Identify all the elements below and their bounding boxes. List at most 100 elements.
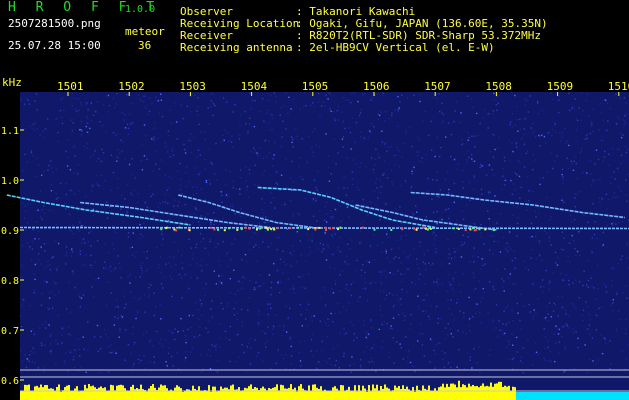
noise-pixel [497,102,499,105]
noise-pixel [357,100,359,103]
noise-pixel [562,325,564,328]
noise-pixel [512,150,514,153]
noise-pixel [213,345,216,347]
noise-pixel [35,93,38,95]
signal-bar [506,386,508,400]
signal-bar [482,383,484,400]
signal-bar [28,384,30,400]
noise-pixel [545,142,547,144]
noise-pixel [21,264,23,267]
noise-pixel [508,231,511,233]
noise-pixel [129,291,132,293]
signal-bar [178,386,180,400]
noise-pixel [467,150,469,152]
noise-pixel [354,141,356,143]
noise-pixel [482,264,484,267]
hot-spot [314,228,317,231]
noise-pixel [270,307,272,309]
noise-pixel [172,154,175,156]
noise-pixel [398,149,400,152]
noise-pixel [581,314,584,316]
hot-spot [415,228,418,231]
noise-pixel [119,331,121,333]
noise-pixel [261,330,264,332]
noise-pixel [55,198,57,200]
noise-pixel [54,294,57,296]
noise-pixel [319,210,321,212]
noise-pixel [24,217,26,219]
noise-pixel [547,340,549,342]
noise-pixel [480,188,483,190]
noise-pixel [295,128,297,130]
noise-pixel [104,242,106,245]
noise-pixel [327,244,329,246]
noise-pixel [375,281,377,284]
noise-pixel [197,97,199,99]
noise-pixel [403,319,406,321]
noise-pixel [46,281,48,283]
noise-pixel [42,137,45,139]
noise-pixel [492,285,494,288]
noise-pixel [625,333,627,335]
signal-bar [22,391,24,400]
noise-pixel [473,160,476,162]
noise-pixel [166,151,169,153]
noise-pixel [544,230,546,233]
noise-pixel [515,124,517,126]
noise-pixel [44,212,46,214]
noise-pixel [362,93,364,96]
noise-pixel [496,109,498,111]
noise-pixel [625,151,628,154]
noise-pixel [416,258,418,260]
noise-pixel [129,273,131,276]
noise-pixel [521,138,523,140]
noise-pixel [324,290,326,292]
noise-pixel [330,173,332,175]
signal-bar [72,391,74,400]
noise-pixel [61,334,63,336]
noise-pixel [562,183,564,185]
noise-pixel [400,222,403,224]
noise-pixel [318,92,320,95]
noise-pixel [44,128,47,130]
noise-pixel [374,158,376,160]
noise-pixel [70,189,72,192]
noise-pixel [586,93,588,95]
noise-pixel [487,198,489,200]
noise-pixel [143,124,146,126]
noise-pixel [411,173,413,175]
noise-pixel [389,261,391,263]
hot-spot [426,228,429,231]
noise-pixel [312,333,314,336]
noise-pixel [565,260,567,262]
noise-pixel [258,222,260,224]
noise-pixel [478,346,480,348]
noise-pixel [377,113,380,116]
noise-pixel [284,367,287,369]
noise-pixel [453,247,455,250]
noise-pixel [106,217,109,219]
noise-pixel [441,122,443,124]
noise-pixel [23,103,26,105]
signal-bar [112,385,114,400]
noise-pixel [534,235,537,238]
noise-pixel [127,236,130,238]
noise-pixel [421,157,423,159]
noise-pixel [616,293,618,295]
signal-bar [126,390,128,400]
noise-pixel [148,287,150,289]
noise-pixel [342,97,344,99]
noise-pixel [563,279,566,282]
noise-pixel [618,222,620,224]
signal-bar [144,390,146,400]
noise-pixel [474,146,476,148]
noise-pixel [575,162,577,165]
noise-pixel [123,119,125,121]
noise-pixel [62,328,65,330]
noise-pixel [327,318,329,320]
noise-pixel [556,155,558,157]
noise-pixel [66,139,69,141]
noise-pixel [176,138,178,140]
noise-pixel [145,330,148,333]
noise-pixel [405,130,408,132]
